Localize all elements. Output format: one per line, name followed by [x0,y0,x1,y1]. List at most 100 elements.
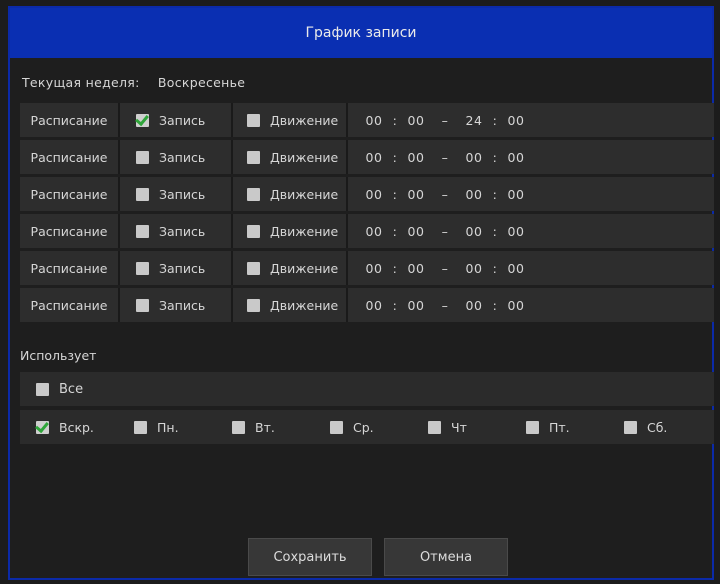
schedule-rows: Расписание Запись Движение 00:00–24:00 Р… [20,103,714,325]
end-minute[interactable]: 00 [502,187,530,202]
time-colon: : [392,112,398,128]
end-hour[interactable]: 24 [460,113,488,128]
record-option[interactable]: Запись [120,288,233,322]
time-colon: : [392,260,398,276]
dialog-titlebar: График записи [10,8,712,58]
record-checkbox[interactable] [136,224,149,238]
schedule-label: Расписание [20,177,120,211]
record-option[interactable]: Запись [120,251,233,285]
day-label: Вт. [255,419,275,435]
record-checkbox[interactable] [136,298,149,312]
day-option-mon[interactable]: Пн. [118,420,216,435]
day-label: Вскр. [59,419,94,435]
motion-checkbox[interactable] [247,261,260,275]
save-button[interactable]: Сохранить [248,538,372,576]
end-minute[interactable]: 00 [502,113,530,128]
time-colon: : [392,223,398,239]
day-option-wed[interactable]: Ср. [314,420,412,435]
day-option-fri[interactable]: Пт. [510,420,608,435]
motion-option[interactable]: Движение [233,140,348,174]
all-days-option[interactable]: Все [20,372,714,406]
time-range: 00:00–24:00 [348,103,714,137]
time-dash: – [441,260,449,276]
start-hour[interactable]: 00 [360,224,388,239]
record-checkbox[interactable] [136,113,149,127]
start-minute[interactable]: 00 [402,298,430,313]
start-minute[interactable]: 00 [402,224,430,239]
time-dash: – [441,112,449,128]
day-checkbox[interactable] [232,420,245,434]
record-checkbox[interactable] [136,261,149,275]
start-hour[interactable]: 00 [360,298,388,313]
day-checkbox[interactable] [526,420,539,434]
record-option[interactable]: Запись [120,103,233,137]
motion-label: Движение [270,297,339,313]
time-dash: – [441,186,449,202]
motion-checkbox[interactable] [247,298,260,312]
start-hour[interactable]: 00 [360,261,388,276]
record-label: Запись [159,186,206,202]
motion-label: Движение [270,186,339,202]
cancel-button[interactable]: Отмена [384,538,508,576]
motion-option[interactable]: Движение [233,177,348,211]
day-option-thu[interactable]: Чт [412,420,510,435]
end-hour[interactable]: 00 [460,224,488,239]
day-checkbox[interactable] [36,420,49,434]
end-hour[interactable]: 00 [460,261,488,276]
day-checkbox[interactable] [134,420,147,434]
end-hour[interactable]: 00 [460,150,488,165]
start-hour[interactable]: 00 [360,150,388,165]
schedule-row: Расписание Запись Движение 00:00–00:00 [20,214,714,248]
end-minute[interactable]: 00 [502,261,530,276]
time-range: 00:00–00:00 [348,140,714,174]
end-minute[interactable]: 00 [502,298,530,313]
schedule-label: Расписание [20,214,120,248]
time-dash: – [441,223,449,239]
record-option[interactable]: Запись [120,177,233,211]
day-option-sun[interactable]: Вскр. [20,420,118,435]
motion-option[interactable]: Движение [233,214,348,248]
motion-checkbox[interactable] [247,224,260,238]
motion-label: Движение [270,149,339,165]
schedule-label: Расписание [20,140,120,174]
end-minute[interactable]: 00 [502,224,530,239]
start-hour[interactable]: 00 [360,187,388,202]
current-week-label: Текущая неделя: [22,75,140,90]
record-option[interactable]: Запись [120,140,233,174]
day-checkbox[interactable] [624,420,637,434]
motion-label: Движение [270,260,339,276]
start-minute[interactable]: 00 [402,150,430,165]
motion-label: Движение [270,223,339,239]
time-colon: : [492,112,498,128]
current-week: Текущая неделя: Воскресенье [22,75,245,90]
day-option-tue[interactable]: Вт. [216,420,314,435]
record-checkbox[interactable] [136,187,149,201]
all-days-checkbox[interactable] [36,382,49,396]
record-option[interactable]: Запись [120,214,233,248]
start-minute[interactable]: 00 [402,187,430,202]
motion-option[interactable]: Движение [233,103,348,137]
end-hour[interactable]: 00 [460,298,488,313]
day-checkbox[interactable] [428,420,441,434]
schedule-label: Расписание [20,103,120,137]
day-option-sat[interactable]: Сб. [608,420,706,435]
end-hour[interactable]: 00 [460,187,488,202]
start-hour[interactable]: 00 [360,113,388,128]
time-colon: : [392,149,398,165]
day-checkbox[interactable] [330,420,343,434]
time-colon: : [492,186,498,202]
time-dash: – [441,297,449,313]
motion-checkbox[interactable] [247,113,260,127]
motion-checkbox[interactable] [247,150,260,164]
end-minute[interactable]: 00 [502,150,530,165]
time-range: 00:00–00:00 [348,177,714,211]
motion-option[interactable]: Движение [233,288,348,322]
schedule-label: Расписание [20,251,120,285]
start-minute[interactable]: 00 [402,113,430,128]
motion-checkbox[interactable] [247,187,260,201]
schedule-label: Расписание [20,288,120,322]
record-checkbox[interactable] [136,150,149,164]
start-minute[interactable]: 00 [402,261,430,276]
record-label: Запись [159,149,206,165]
motion-option[interactable]: Движение [233,251,348,285]
